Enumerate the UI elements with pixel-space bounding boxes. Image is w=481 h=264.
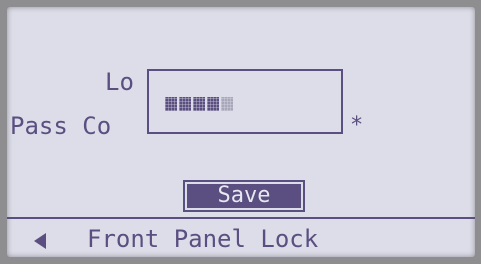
- footer-divider: [7, 217, 475, 219]
- save-button[interactable]: Save: [183, 180, 305, 212]
- lcd-screen: Lo Pass Co * Save Front Panel Lock: [7, 7, 475, 257]
- login-label: Lo: [105, 68, 134, 96]
- footer-title: Front Panel Lock: [87, 225, 319, 253]
- triangle-left-icon[interactable]: [33, 233, 47, 249]
- save-button-label: Save: [187, 184, 301, 208]
- passcode-cursor: [221, 97, 233, 111]
- passcode-digit-masked: [207, 97, 219, 111]
- passcode-digit-masked: [179, 97, 191, 111]
- passcode-digits: [165, 97, 233, 111]
- passcode-entry-box[interactable]: [147, 69, 343, 134]
- required-marker: *: [350, 113, 364, 138]
- passcode-digit-masked: [193, 97, 205, 111]
- passcode-label: Pass Co: [10, 112, 112, 140]
- passcode-digit-masked: [165, 97, 177, 111]
